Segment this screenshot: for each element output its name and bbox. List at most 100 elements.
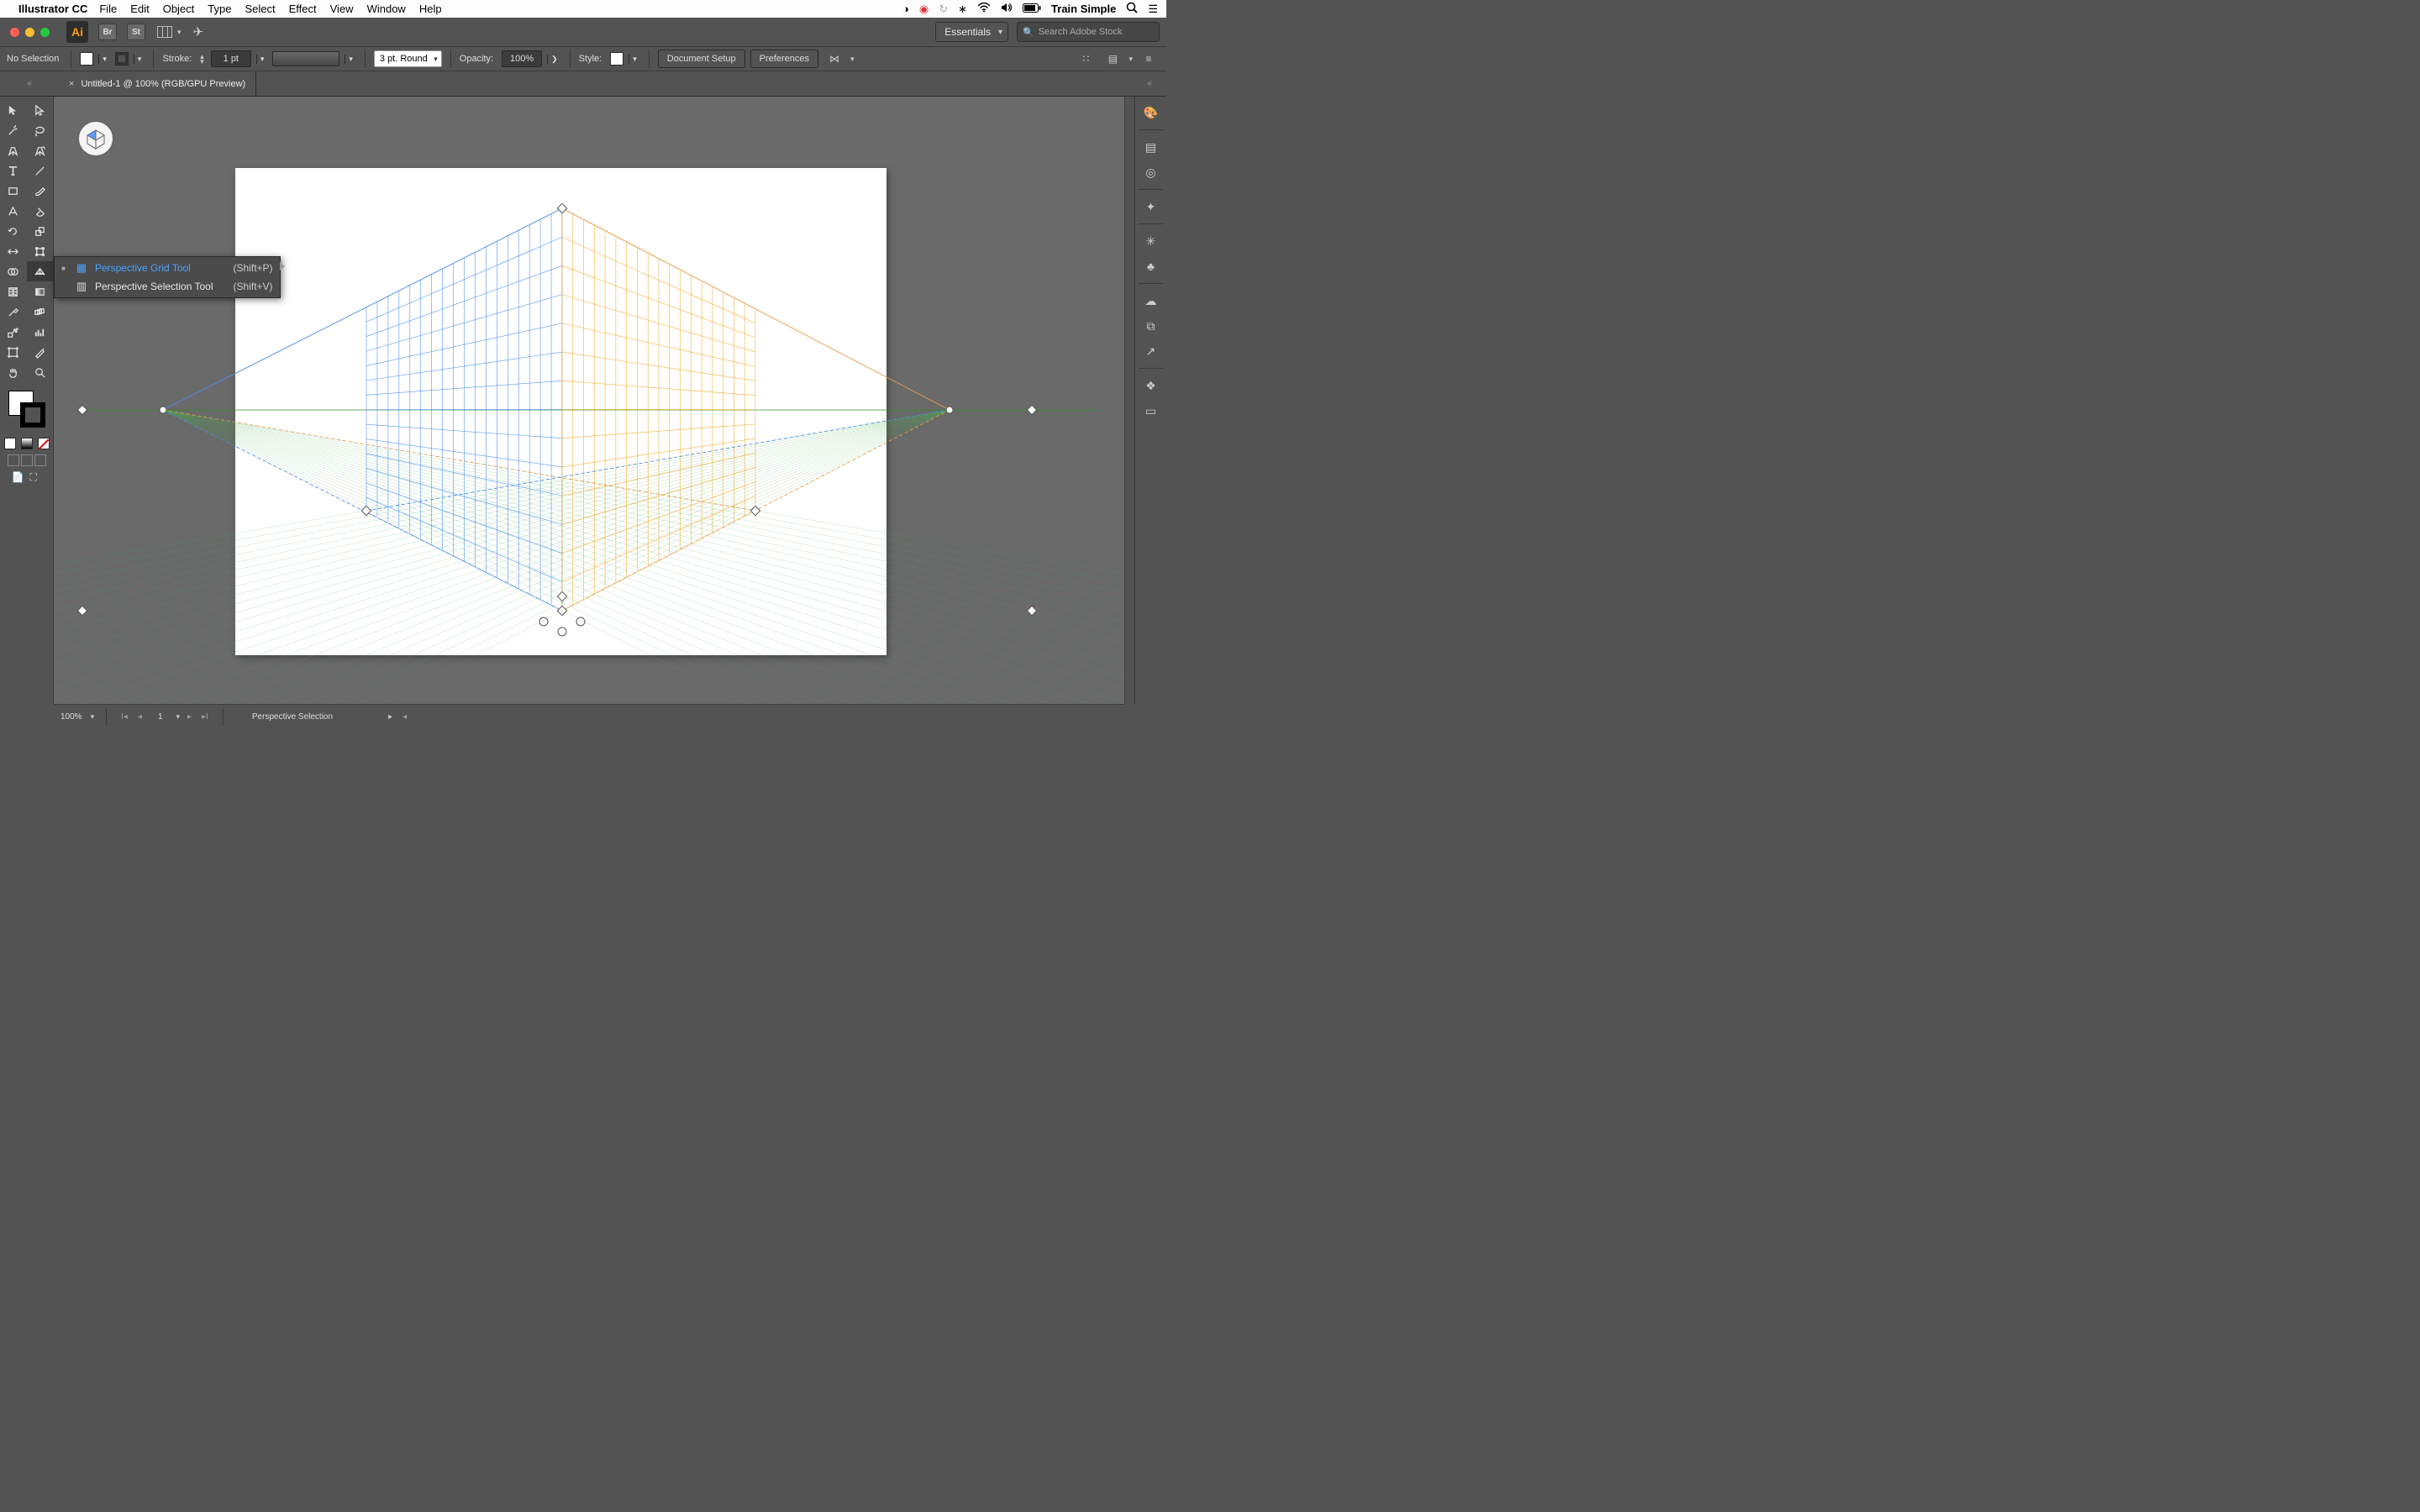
appearance-panel-icon[interactable]: ▭: [1142, 402, 1160, 420]
tab-left-scroll[interactable]: [0, 71, 59, 96]
width-tool[interactable]: [0, 241, 27, 261]
rotate-tool[interactable]: [0, 221, 27, 241]
variable-width-profile[interactable]: 3 pt. Round: [374, 50, 442, 67]
shape-builder-tool[interactable]: [0, 261, 27, 281]
scale-tool[interactable]: [27, 221, 54, 241]
style-dd[interactable]: ▾: [629, 55, 640, 64]
opacity-field[interactable]: 100%: [502, 50, 542, 67]
app-name[interactable]: Illustrator CC: [18, 3, 87, 15]
type-tool[interactable]: [0, 160, 27, 181]
paintbrush-tool[interactable]: [27, 181, 54, 201]
status-icon-cc[interactable]: ◉: [919, 3, 929, 16]
mesh-tool[interactable]: [0, 281, 27, 302]
status-info-dd-icon[interactable]: ▸: [388, 712, 392, 722]
menu-extras-icon[interactable]: ☰: [1148, 3, 1158, 16]
align-panel-icon[interactable]: ▤: [1104, 50, 1121, 67]
zoom-dd-icon[interactable]: ▾: [91, 712, 95, 722]
eraser-tool[interactable]: [27, 201, 54, 221]
artboard-tool[interactable]: [0, 342, 27, 362]
gpu-rocket-icon[interactable]: ✈: [193, 24, 204, 39]
menu-file[interactable]: File: [99, 3, 117, 15]
magic-wand-tool[interactable]: [0, 120, 27, 140]
shaper-tool[interactable]: [0, 201, 27, 221]
fill-swatch-dd[interactable]: ▾: [98, 55, 110, 64]
menu-window[interactable]: Window: [367, 3, 406, 15]
align-dd[interactable]: ▾: [850, 55, 855, 64]
tab-right-scroll[interactable]: [1133, 71, 1166, 96]
zoom-readout[interactable]: 100%: [60, 712, 82, 722]
draw-inside-icon[interactable]: [34, 454, 46, 466]
stock-icon[interactable]: St: [127, 24, 145, 40]
prev-artboard-button[interactable]: ◂: [135, 712, 145, 722]
pen-tool[interactable]: [0, 140, 27, 160]
gradient-mode-icon[interactable]: [21, 438, 33, 449]
status-icon-1[interactable]: ◑: [902, 3, 909, 15]
rectangle-tool[interactable]: [0, 181, 27, 201]
draw-normal-icon[interactable]: [8, 454, 19, 466]
status-icon-wifi[interactable]: [977, 3, 991, 15]
status-icon-volume[interactable]: [1001, 3, 1013, 15]
flyout-item-perspective-grid[interactable]: ■ ▦ Perspective Grid Tool (Shift+P): [55, 259, 280, 277]
asset-export-panel-icon[interactable]: ⧉: [1142, 317, 1160, 335]
column-graph-tool[interactable]: [27, 322, 54, 342]
blend-tool[interactable]: [27, 302, 54, 322]
screen-mode-full-icon[interactable]: [30, 471, 42, 483]
zoom-tool[interactable]: [27, 362, 54, 382]
spotlight-icon[interactable]: [1126, 2, 1138, 16]
color-panel-icon[interactable]: 🎨: [1142, 103, 1160, 122]
symbols-panel-icon[interactable]: ✦: [1142, 197, 1160, 216]
menu-select[interactable]: Select: [245, 3, 275, 15]
menu-type[interactable]: Type: [208, 3, 231, 15]
search-stock-input[interactable]: Search Adobe Stock: [1017, 22, 1160, 42]
artboard-number[interactable]: 1: [150, 712, 171, 722]
user-name[interactable]: Train Simple: [1051, 3, 1116, 15]
libraries-panel-icon[interactable]: ☁: [1142, 291, 1160, 310]
perspective-grid[interactable]: []: [54, 97, 1124, 704]
slice-tool[interactable]: [27, 342, 54, 362]
close-tab-icon[interactable]: ×: [69, 79, 74, 89]
control-menu-icon[interactable]: ≡: [1140, 50, 1157, 67]
gradient-panel-icon[interactable]: ♣: [1142, 257, 1160, 276]
direct-selection-tool[interactable]: [27, 100, 54, 120]
screen-mode-normal-icon[interactable]: [12, 471, 24, 483]
document-tab[interactable]: × Untitled-1 @ 100% (RGB/GPU Preview): [59, 71, 256, 96]
arrange-documents-icon[interactable]: [157, 26, 174, 38]
last-artboard-button[interactable]: ▸I: [199, 712, 211, 722]
brush-definition[interactable]: [272, 51, 339, 66]
align-to-icon[interactable]: ⋈: [826, 50, 843, 67]
menu-view[interactable]: View: [330, 3, 354, 15]
perspective-grid-tool[interactable]: [27, 261, 54, 281]
eyedropper-tool[interactable]: [0, 302, 27, 322]
status-icon-battery[interactable]: [1023, 3, 1041, 15]
lasso-tool[interactable]: [27, 120, 54, 140]
swatches-panel-icon[interactable]: ▤: [1142, 138, 1160, 156]
graphic-style-swatch[interactable]: [610, 52, 623, 66]
perspective-tool-flyout[interactable]: ■ ▦ Perspective Grid Tool (Shift+P) ▥ Pe…: [54, 256, 281, 298]
line-segment-tool[interactable]: [27, 160, 54, 181]
artboard-dd-icon[interactable]: ▾: [176, 712, 181, 722]
fill-stroke-indicator[interactable]: [5, 391, 48, 429]
stroke-panel-icon[interactable]: ✳: [1142, 232, 1160, 250]
fill-swatch[interactable]: [80, 52, 93, 66]
stroke-stepper[interactable]: ▴▾: [200, 54, 204, 64]
stroke-color-icon[interactable]: [20, 402, 45, 428]
window-controls[interactable]: [10, 28, 50, 37]
stroke-swatch-dd[interactable]: ▾: [134, 55, 145, 64]
right-panel-gutter[interactable]: [1124, 97, 1134, 704]
selection-tool[interactable]: [0, 100, 27, 120]
bridge-icon[interactable]: Br: [98, 24, 117, 40]
status-icon-sync[interactable]: ↻: [939, 3, 948, 16]
layers-panel-icon[interactable]: ❖: [1142, 376, 1160, 395]
arrange-dropdown-icon[interactable]: ▾: [177, 28, 182, 37]
status-scroll-left-icon[interactable]: ◂: [402, 712, 407, 722]
canvas[interactable]: []: [54, 97, 1124, 704]
none-mode-icon[interactable]: [38, 438, 50, 449]
color-mode-icon[interactable]: [4, 438, 16, 449]
brushes-panel-icon[interactable]: ◎: [1142, 163, 1160, 181]
brush-dd[interactable]: ▾: [345, 55, 356, 64]
menu-effect[interactable]: Effect: [289, 3, 317, 15]
curvature-tool[interactable]: [27, 140, 54, 160]
window-close-button[interactable]: [10, 28, 19, 37]
flyout-item-perspective-selection[interactable]: ▥ Perspective Selection Tool (Shift+V): [55, 277, 280, 296]
preferences-button[interactable]: Preferences: [750, 50, 818, 68]
